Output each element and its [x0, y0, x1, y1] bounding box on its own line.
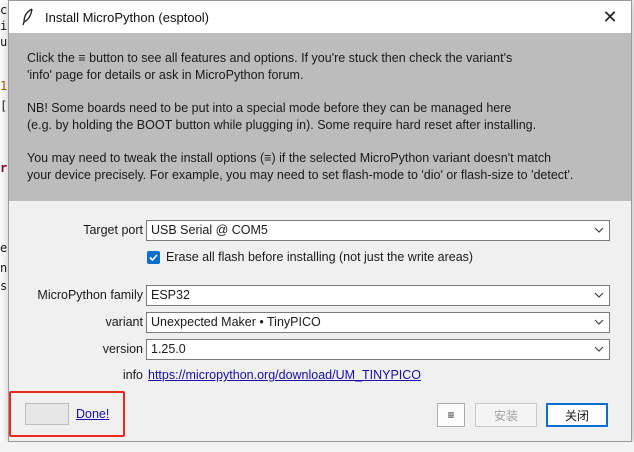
notice-paragraph: Click the ≡ button to see all features a…: [27, 51, 513, 82]
window-title: Install MicroPython (esptool): [45, 9, 210, 25]
version-select[interactable]: 1.25.0: [146, 339, 610, 360]
notice-paragraph: You may need to tweak the install option…: [27, 151, 574, 182]
version-label: version: [102, 342, 143, 356]
close-icon[interactable]: ✕: [597, 4, 623, 30]
target-port-label: Target port: [83, 223, 143, 237]
target-port-select[interactable]: USB Serial @ COM5: [146, 220, 610, 241]
progress-bar: [25, 403, 69, 425]
chevron-down-icon: [594, 227, 604, 233]
install-dialog: Install MicroPython (esptool) ✕ Click th…: [8, 0, 632, 442]
done-status-link[interactable]: Done!: [76, 407, 109, 421]
erase-flash-checkbox[interactable]: [147, 250, 160, 264]
variant-select[interactable]: Unexpected Maker • TinyPICO: [146, 312, 610, 333]
target-port-value: USB Serial @ COM5: [151, 223, 268, 237]
editor-fragment: e: [0, 241, 8, 255]
checkmark-icon: [149, 253, 158, 261]
editor-fragment: r: [0, 161, 8, 175]
feather-icon: [22, 8, 33, 26]
family-row: MicroPython family ESP32: [9, 285, 631, 307]
editor-fragment: i: [0, 19, 8, 33]
info-label: info: [122, 368, 143, 382]
editor-fragment: u: [0, 35, 8, 49]
options-menu-button[interactable]: ≡: [437, 403, 465, 427]
install-button[interactable]: 安装: [475, 403, 537, 427]
family-label: MicroPython family: [37, 288, 143, 302]
variant-label: variant: [105, 315, 143, 329]
notice-paragraph: NB! Some boards need to be put into a sp…: [27, 101, 537, 132]
erase-flash-label: Erase all flash before installing (not j…: [166, 250, 474, 264]
editor-fragment: [: [0, 99, 8, 113]
chevron-down-icon: [594, 292, 604, 298]
editor-fragment: c: [0, 3, 8, 17]
title-bar[interactable]: Install MicroPython (esptool) ✕: [9, 1, 631, 33]
target-port-row: Target port USB Serial @ COM5: [9, 220, 631, 242]
editor-fragment: n: [0, 261, 8, 275]
editor-fragment: s: [0, 279, 8, 293]
chevron-down-icon: [594, 319, 604, 325]
version-row: version 1.25.0: [9, 339, 631, 361]
variant-info-link[interactable]: https://micropython.org/download/UM_TINY…: [148, 368, 421, 382]
background-editor: c i u 1 [ r e n s: [0, 0, 8, 452]
chevron-down-icon: [594, 346, 604, 352]
close-button[interactable]: 关闭: [546, 403, 608, 427]
version-value: 1.25.0: [151, 342, 186, 356]
editor-fragment: 1: [0, 79, 8, 93]
family-select[interactable]: ESP32: [146, 285, 610, 306]
bottom-strip: [0, 442, 634, 452]
erase-flash-checkbox-row[interactable]: Erase all flash before installing (not j…: [147, 250, 473, 264]
variant-value: Unexpected Maker • TinyPICO: [151, 315, 321, 329]
variant-row: variant Unexpected Maker • TinyPICO: [9, 312, 631, 334]
info-notice: Click the ≡ button to see all features a…: [9, 33, 631, 201]
family-value: ESP32: [151, 288, 190, 302]
